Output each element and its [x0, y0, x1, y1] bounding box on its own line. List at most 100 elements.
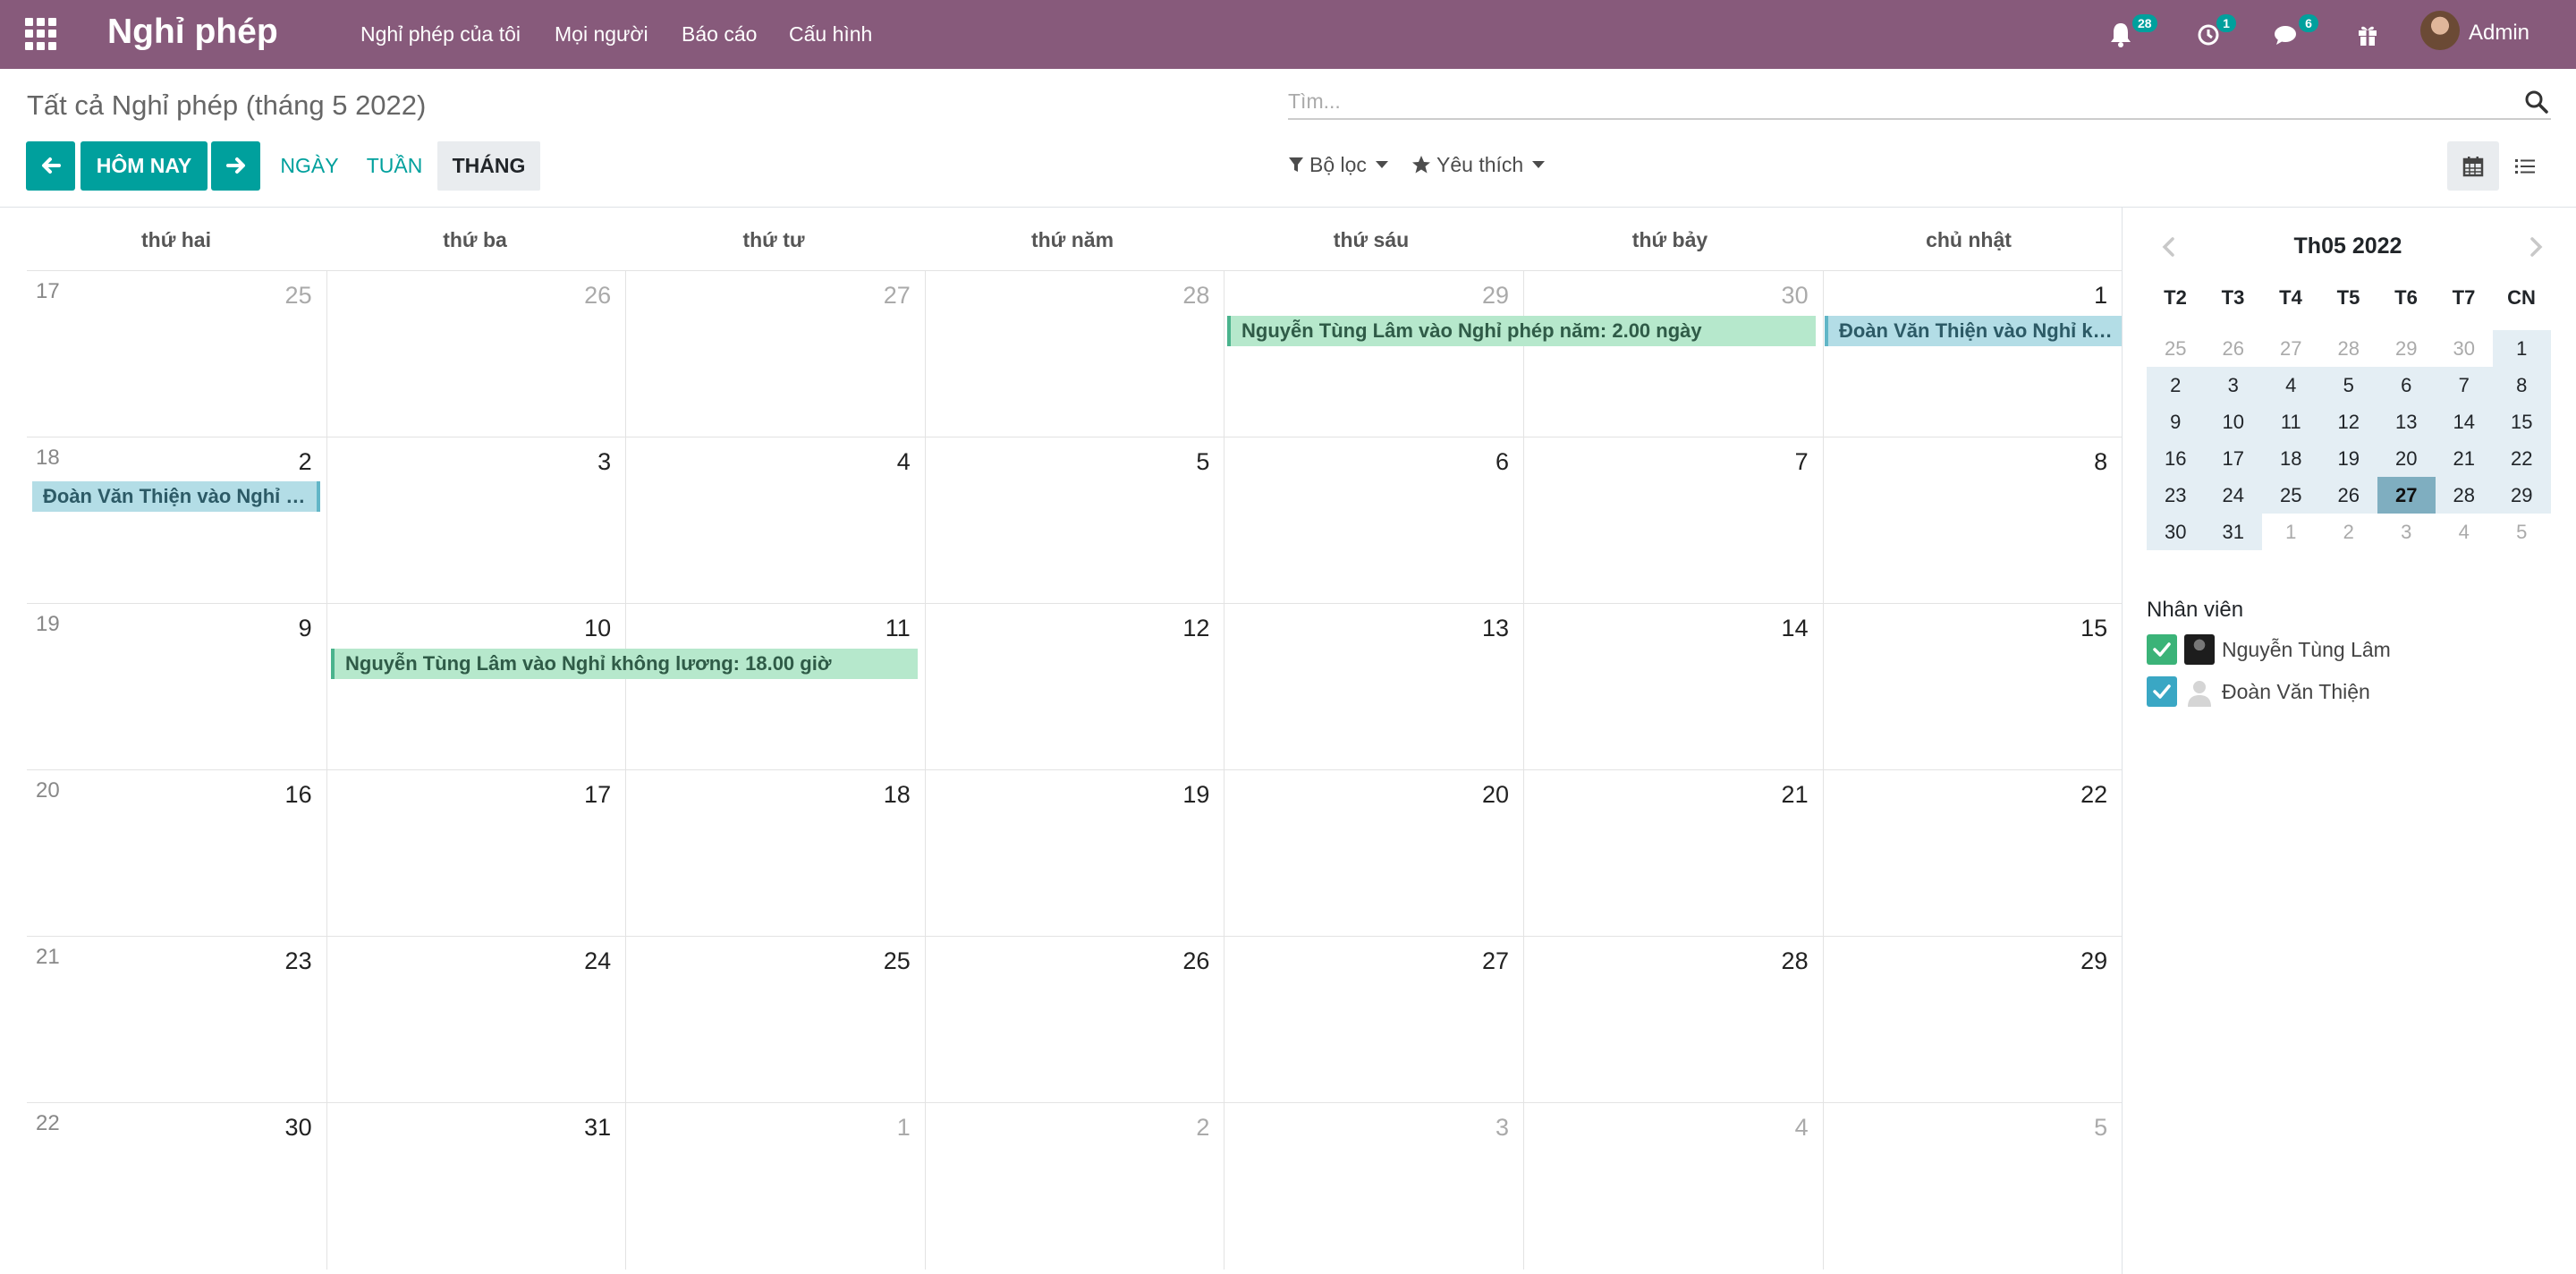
- calendar-day-cell[interactable]: 10: [326, 604, 626, 770]
- calendar-day-cell[interactable]: 11: [625, 604, 925, 770]
- menu-reports[interactable]: Báo cáo: [682, 20, 757, 48]
- calendar-day-cell[interactable]: 2: [924, 1103, 1224, 1270]
- calendar-day-cell[interactable]: 21: [1523, 770, 1823, 937]
- calendar-day-cell[interactable]: 26: [924, 937, 1224, 1103]
- calendar-day-cell[interactable]: 12: [924, 604, 1224, 770]
- apps-menu-icon[interactable]: [25, 18, 57, 50]
- mini-calendar-day[interactable]: 25: [2262, 477, 2320, 514]
- gift-icon[interactable]: [2354, 16, 2381, 52]
- mini-calendar-day[interactable]: 16: [2147, 440, 2205, 477]
- mini-calendar-day[interactable]: 7: [2435, 367, 2493, 403]
- calendar-day-cell[interactable]: 27: [625, 271, 925, 437]
- calendar-day-cell[interactable]: 18: [625, 770, 925, 937]
- scale-day-button[interactable]: NGÀY: [274, 141, 345, 191]
- today-button[interactable]: HÔM NAY: [80, 141, 208, 191]
- calendar-day-cell[interactable]: 5: [1822, 1103, 2123, 1270]
- calendar-day-cell[interactable]: 19: [924, 770, 1224, 937]
- list-view-button[interactable]: [2499, 141, 2551, 191]
- leave-event[interactable]: Nguyễn Tùng Lâm vào Nghỉ phép năm: 2.00 …: [1227, 316, 1816, 346]
- calendar-day-cell[interactable]: 30: [1523, 271, 1823, 437]
- mini-calendar-day[interactable]: 8: [2493, 367, 2551, 403]
- calendar-day-cell[interactable]: 7: [1523, 437, 1823, 604]
- mini-calendar-day[interactable]: 20: [2377, 440, 2436, 477]
- mini-calendar-day[interactable]: 19: [2319, 440, 2377, 477]
- mini-calendar-day[interactable]: 5: [2319, 367, 2377, 403]
- user-name[interactable]: Admin: [2469, 19, 2529, 47]
- checkbox[interactable]: [2147, 676, 2177, 707]
- calendar-day-cell[interactable]: 14: [1523, 604, 1823, 770]
- mini-calendar-day[interactable]: 27: [2262, 330, 2320, 367]
- mini-calendar-day[interactable]: 27: [2377, 477, 2436, 514]
- menu-configuration[interactable]: Cấu hình: [789, 20, 872, 48]
- mini-calendar-day[interactable]: 5: [2493, 514, 2551, 550]
- favorites-dropdown[interactable]: Yêu thích: [1411, 150, 1546, 179]
- mini-calendar-day[interactable]: 11: [2262, 403, 2320, 440]
- search-icon[interactable]: [2524, 89, 2549, 115]
- calendar-day-cell[interactable]: 27: [1224, 937, 1523, 1103]
- employee-filter-item[interactable]: Đoàn Văn Thiện: [2147, 675, 2549, 709]
- calendar-day-cell[interactable]: 29: [1822, 937, 2123, 1103]
- calendar-day-cell[interactable]: 23 21: [27, 937, 326, 1103]
- mini-calendar-day[interactable]: 30: [2436, 330, 2494, 367]
- calendar-day-cell[interactable]: 16 20: [27, 770, 326, 937]
- filters-dropdown[interactable]: Bộ lọc: [1288, 150, 1388, 179]
- calendar-day-cell[interactable]: 24: [326, 937, 626, 1103]
- mini-calendar-day[interactable]: 3: [2377, 514, 2436, 550]
- mini-calendar-day[interactable]: 10: [2204, 403, 2262, 440]
- mini-calendar-day[interactable]: 21: [2435, 440, 2493, 477]
- mini-calendar-day[interactable]: 9: [2147, 403, 2205, 440]
- calendar-day-cell[interactable]: 3: [326, 437, 626, 604]
- mini-calendar-day[interactable]: 14: [2435, 403, 2493, 440]
- mini-calendar-day[interactable]: 2: [2147, 367, 2205, 403]
- calendar-day-cell[interactable]: 6: [1224, 437, 1523, 604]
- scale-week-button[interactable]: TUẦN: [358, 141, 431, 191]
- mini-calendar-day[interactable]: 29: [2493, 477, 2551, 514]
- leave-event[interactable]: Đoàn Văn Thiện vào Nghỉ kh...: [1825, 316, 2122, 346]
- calendar-day-cell[interactable]: 3: [1224, 1103, 1523, 1270]
- previous-button[interactable]: [26, 141, 75, 191]
- mini-calendar-day[interactable]: 28: [2320, 330, 2378, 367]
- bell-icon[interactable]: [2107, 16, 2134, 52]
- chevron-right-icon[interactable]: [2522, 229, 2549, 265]
- mini-calendar-day[interactable]: 25: [2147, 330, 2205, 367]
- calendar-day-cell[interactable]: 5: [924, 437, 1224, 604]
- mini-calendar-day[interactable]: 13: [2377, 403, 2436, 440]
- calendar-day-cell[interactable]: 30 22: [27, 1103, 326, 1270]
- calendar-day-cell[interactable]: 2 18: [27, 437, 326, 604]
- calendar-day-cell[interactable]: 17: [326, 770, 626, 937]
- mini-calendar-day[interactable]: 26: [2319, 477, 2377, 514]
- mini-calendar-day[interactable]: 30: [2147, 514, 2205, 550]
- mini-calendar-day[interactable]: 24: [2204, 477, 2262, 514]
- mini-calendar-day[interactable]: 22: [2493, 440, 2551, 477]
- calendar-day-cell[interactable]: 28: [924, 271, 1224, 437]
- leave-event[interactable]: Đoàn Văn Thiện vào Nghỉ k...: [32, 481, 320, 512]
- calendar-day-cell[interactable]: 29: [1224, 271, 1523, 437]
- mini-calendar-day[interactable]: 23: [2147, 477, 2205, 514]
- mini-calendar-day[interactable]: 17: [2204, 440, 2262, 477]
- calendar-day-cell[interactable]: 31: [326, 1103, 626, 1270]
- calendar-day-cell[interactable]: 4: [625, 437, 925, 604]
- calendar-day-cell[interactable]: 22: [1822, 770, 2123, 937]
- mini-calendar-day[interactable]: 1: [2493, 330, 2551, 367]
- mini-calendar-day[interactable]: 28: [2435, 477, 2493, 514]
- employee-filter-item[interactable]: Nguyễn Tùng Lâm: [2147, 633, 2549, 667]
- calendar-day-cell[interactable]: 15: [1822, 604, 2123, 770]
- app-brand[interactable]: Nghỉ phép: [107, 10, 278, 55]
- mini-calendar-day[interactable]: 29: [2377, 330, 2436, 367]
- calendar-day-cell[interactable]: 25 17: [27, 271, 326, 437]
- calendar-day-cell[interactable]: 28: [1523, 937, 1823, 1103]
- calendar-day-cell[interactable]: 8: [1822, 437, 2123, 604]
- mini-calendar-day[interactable]: 12: [2319, 403, 2377, 440]
- calendar-day-cell[interactable]: 9 19: [27, 604, 326, 770]
- mini-calendar-day[interactable]: 31: [2204, 514, 2262, 550]
- next-button[interactable]: [211, 141, 260, 191]
- checkbox[interactable]: [2147, 634, 2177, 665]
- calendar-day-cell[interactable]: 1: [625, 1103, 925, 1270]
- mini-calendar-day[interactable]: 2: [2320, 514, 2378, 550]
- mini-calendar-day[interactable]: 26: [2205, 330, 2263, 367]
- mini-calendar-day[interactable]: 15: [2493, 403, 2551, 440]
- calendar-day-cell[interactable]: 4: [1523, 1103, 1823, 1270]
- menu-my-leaves[interactable]: Nghỉ phép của tôi: [360, 20, 521, 48]
- mini-calendar-day[interactable]: 3: [2204, 367, 2262, 403]
- mini-calendar-day[interactable]: 4: [2436, 514, 2494, 550]
